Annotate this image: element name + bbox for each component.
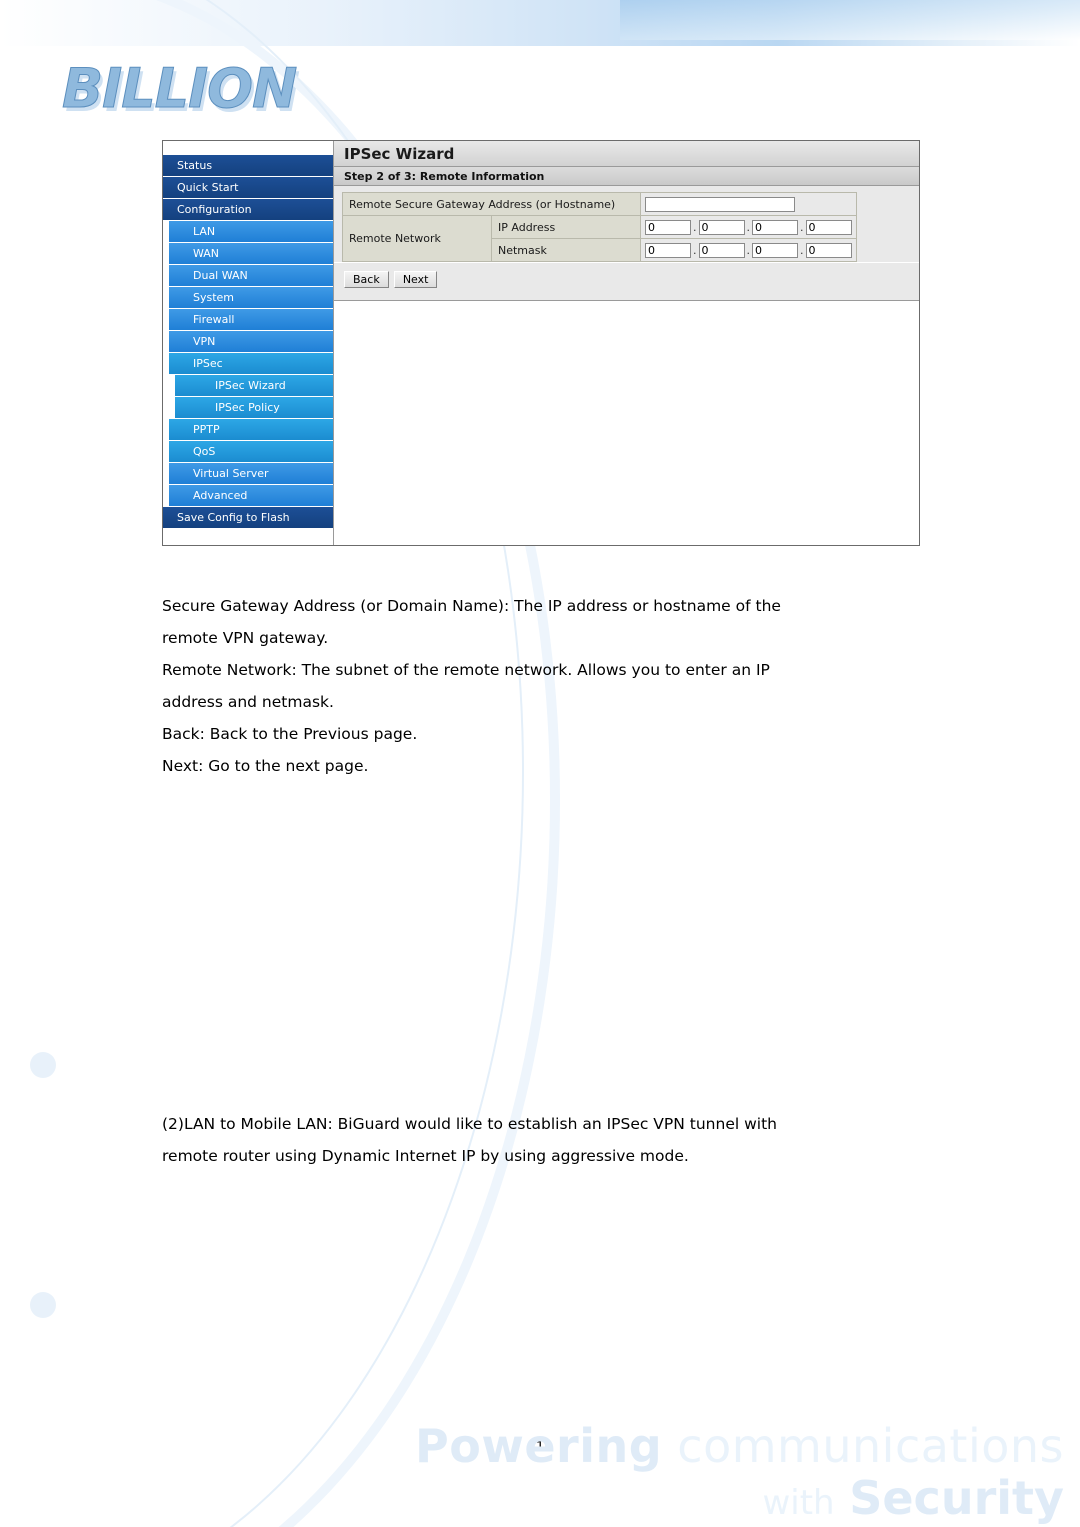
remote-network-label: Remote Network bbox=[342, 215, 492, 262]
sidebar-item-pptp[interactable]: PPTP bbox=[169, 419, 333, 441]
netmask-dot-2: . bbox=[746, 243, 751, 257]
sidebar-item-dual-wan[interactable]: Dual WAN bbox=[169, 265, 333, 287]
table-row-gateway: Remote Secure Gateway Address (or Hostna… bbox=[342, 192, 857, 216]
ip-dot-3: . bbox=[800, 220, 804, 234]
text-line: Next: Go to the next page. bbox=[162, 757, 369, 775]
sidebar-item-label: IPSec Policy bbox=[215, 401, 280, 414]
netmask-label: Netmask bbox=[491, 238, 641, 262]
sidebar-item-ipsec-wizard[interactable]: IPSec Wizard bbox=[175, 375, 333, 397]
sidebar-item-advanced[interactable]: Advanced bbox=[169, 485, 333, 507]
sidebar-item-label: IPSec bbox=[193, 357, 223, 370]
text-line: remote VPN gateway. bbox=[162, 629, 329, 647]
text-line: Secure Gateway Address (or Domain Name):… bbox=[162, 597, 781, 615]
table-row-ip-address: Remote Network IP Address ... bbox=[342, 215, 857, 262]
text-line: remote router using Dynamic Internet IP … bbox=[162, 1147, 689, 1165]
sidebar-item-lan[interactable]: LAN bbox=[169, 221, 333, 243]
netmask-octets: ... bbox=[640, 238, 857, 262]
remote-information-form: Remote Secure Gateway Address (or Hostna… bbox=[334, 186, 919, 301]
footer-line-1: Powering communications bbox=[415, 1423, 1064, 1469]
next-button[interactable]: Next bbox=[393, 271, 438, 288]
sidebar-item-status[interactable]: Status bbox=[163, 155, 333, 177]
form-button-row: Back Next bbox=[334, 262, 919, 294]
footer-powering: Powering bbox=[415, 1419, 663, 1473]
gateway-label: Remote Secure Gateway Address (or Hostna… bbox=[342, 192, 641, 216]
top-gradient-band bbox=[0, 0, 1080, 46]
ip-dot-1: . bbox=[693, 220, 697, 234]
sidebar-navigation: Status Quick Start Configuration LAN WAN… bbox=[163, 155, 333, 529]
sidebar-item-label: Save Config to Flash bbox=[177, 511, 290, 524]
gateway-value-cell bbox=[640, 192, 857, 216]
sidebar-item-ipsec-policy[interactable]: IPSec Policy bbox=[175, 397, 333, 419]
form-table: Remote Secure Gateway Address (or Hostna… bbox=[342, 192, 857, 262]
footer-branding: Powering communications with Security bbox=[415, 1423, 1064, 1521]
sidebar-item-label: System bbox=[193, 291, 235, 304]
ui-content-panel: IPSec Wizard Step 2 of 3: Remote Informa… bbox=[333, 141, 919, 545]
sidebar-item-label: Status bbox=[177, 159, 213, 172]
sidebar-item-label: Quick Start bbox=[177, 181, 239, 194]
ip-address-octets: ... bbox=[640, 215, 857, 239]
decor-dot-1 bbox=[30, 1052, 56, 1078]
footer-security: Security bbox=[849, 1471, 1064, 1525]
netmask-dot-3: . bbox=[800, 243, 804, 257]
sidebar-item-virtual-server[interactable]: Virtual Server bbox=[169, 463, 333, 485]
sidebar-item-label: Firewall bbox=[193, 313, 235, 326]
sidebar-item-label: PPTP bbox=[193, 423, 220, 436]
sidebar-item-label: Dual WAN bbox=[193, 269, 248, 282]
sidebar-item-firewall[interactable]: Firewall bbox=[169, 309, 333, 331]
ip-address-label: IP Address bbox=[491, 215, 641, 239]
sidebar-item-save-config-to-flash[interactable]: Save Config to Flash bbox=[163, 507, 333, 529]
sidebar-item-label: LAN bbox=[193, 225, 216, 238]
sidebar-item-ipsec[interactable]: IPSec bbox=[169, 353, 333, 375]
sidebar-item-label: QoS bbox=[193, 445, 216, 458]
footer-communications: communications bbox=[677, 1419, 1064, 1473]
text-line: address and netmask. bbox=[162, 693, 334, 711]
footer-line-2: with Security bbox=[415, 1475, 1064, 1521]
netmask-dot-1: . bbox=[693, 243, 697, 257]
description-paragraph-2: (2)LAN to Mobile LAN: BiGuard would like… bbox=[162, 1108, 922, 1172]
ip-octet-1[interactable] bbox=[645, 219, 691, 235]
netmask-octet-1[interactable] bbox=[645, 242, 691, 258]
billion-logo: BILLION BILLION bbox=[62, 57, 402, 124]
sidebar-item-vpn[interactable]: VPN bbox=[169, 331, 333, 353]
sidebar-item-label: Configuration bbox=[177, 203, 252, 216]
sidebar-item-label: IPSec Wizard bbox=[215, 379, 286, 392]
back-button[interactable]: Back bbox=[344, 271, 389, 288]
sidebar-item-label: Virtual Server bbox=[193, 467, 269, 480]
netmask-octet-2[interactable] bbox=[698, 242, 745, 258]
text-line: Remote Network: The subnet of the remote… bbox=[162, 661, 770, 679]
decor-dot-2 bbox=[30, 1292, 56, 1318]
sidebar-item-label: WAN bbox=[193, 247, 220, 260]
netmask-octet-4[interactable] bbox=[805, 242, 852, 258]
page-title: IPSec Wizard bbox=[334, 141, 919, 167]
sidebar-item-quick-start[interactable]: Quick Start bbox=[163, 177, 333, 199]
step-indicator: Step 2 of 3: Remote Information bbox=[334, 167, 919, 186]
top-right-gradient bbox=[620, 0, 1080, 40]
sidebar-item-qos[interactable]: QoS bbox=[169, 441, 333, 463]
sidebar-item-wan[interactable]: WAN bbox=[169, 243, 333, 265]
gateway-input[interactable] bbox=[645, 196, 795, 212]
description-paragraph-1: Secure Gateway Address (or Domain Name):… bbox=[162, 590, 922, 782]
footer-with: with bbox=[762, 1483, 835, 1523]
sidebar-item-label: Advanced bbox=[193, 489, 248, 502]
text-line: Back: Back to the Previous page. bbox=[162, 725, 418, 743]
billion-logo-text: BILLION bbox=[62, 57, 298, 120]
router-ui-screenshot: Status Quick Start Configuration LAN WAN… bbox=[162, 140, 920, 546]
sidebar-item-label: VPN bbox=[193, 335, 216, 348]
ip-octet-2[interactable] bbox=[698, 219, 745, 235]
sidebar-item-configuration[interactable]: Configuration bbox=[163, 199, 333, 221]
ip-octet-4[interactable] bbox=[805, 219, 852, 235]
sidebar-item-system[interactable]: System bbox=[169, 287, 333, 309]
ip-octet-3[interactable] bbox=[752, 219, 798, 235]
ip-dot-2: . bbox=[746, 220, 751, 234]
text-line: (2)LAN to Mobile LAN: BiGuard would like… bbox=[162, 1115, 777, 1133]
netmask-octet-3[interactable] bbox=[752, 242, 798, 258]
